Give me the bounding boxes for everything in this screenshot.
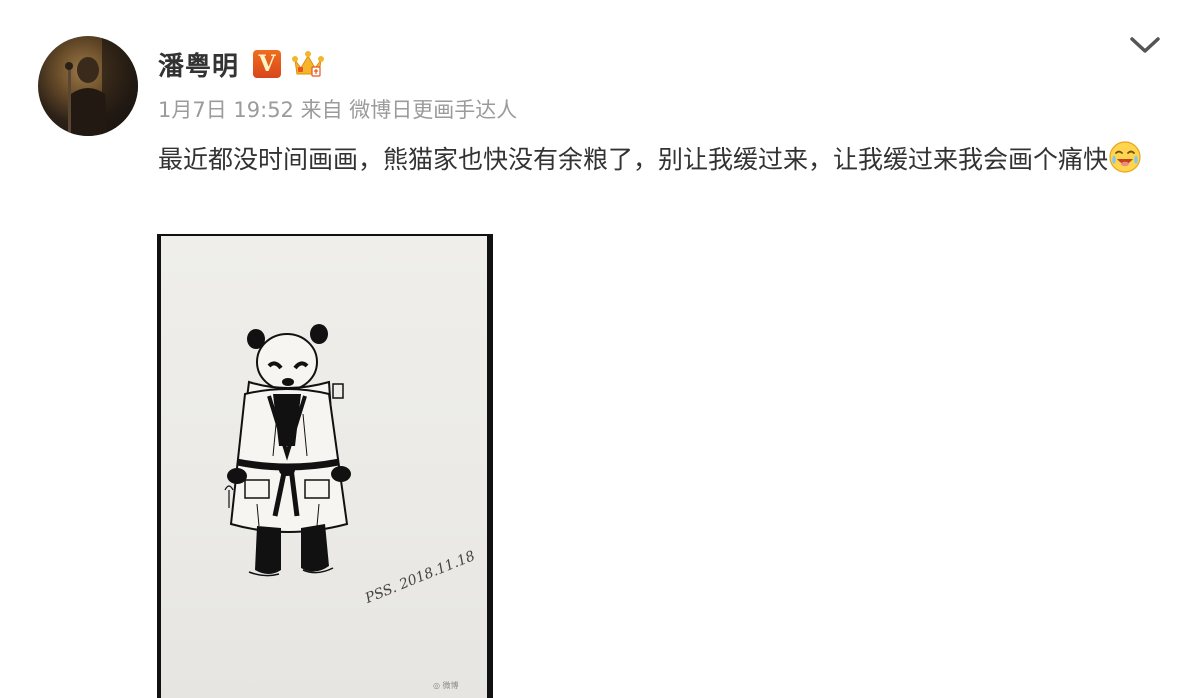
timestamp[interactable]: 1月7日 19:52 [158, 98, 294, 122]
vip-crown-icon[interactable] [291, 48, 325, 80]
chevron-down-icon[interactable] [1128, 34, 1162, 58]
post-meta: 1月7日 19:52 来自 微博日更画手达人 [158, 94, 517, 124]
weibo-post: 潘粤明 V 1月7日 19:52 来自 微博日更画手达人 最近都没时间画画，熊猫… [0, 0, 1198, 698]
post-image[interactable]: PSS. 2018.11.18 ◎ 微博 [157, 234, 493, 698]
username[interactable]: 潘粤明 [158, 46, 239, 83]
panda-drawing [224, 324, 351, 577]
avatar[interactable] [38, 36, 138, 136]
weibo-watermark: ◎ 微博 [433, 681, 459, 690]
post-text: 最近都没时间画画，熊猫家也快没有余粮了，别让我缓过来，让我缓过来我会画个痛快 [158, 138, 1158, 182]
post-text-body: 最近都没时间画画，熊猫家也快没有余粮了，别让我缓过来，让我缓过来我会画个痛快 [158, 145, 1109, 174]
verified-v-icon[interactable]: V [253, 50, 282, 78]
source-link[interactable]: 微博日更画手达人 [349, 98, 517, 122]
name-row: 潘粤明 V [158, 44, 325, 84]
avatar-portrait [65, 36, 138, 136]
source-prefix: 来自 [300, 98, 343, 122]
laugh-tears-emoji [1109, 141, 1141, 173]
